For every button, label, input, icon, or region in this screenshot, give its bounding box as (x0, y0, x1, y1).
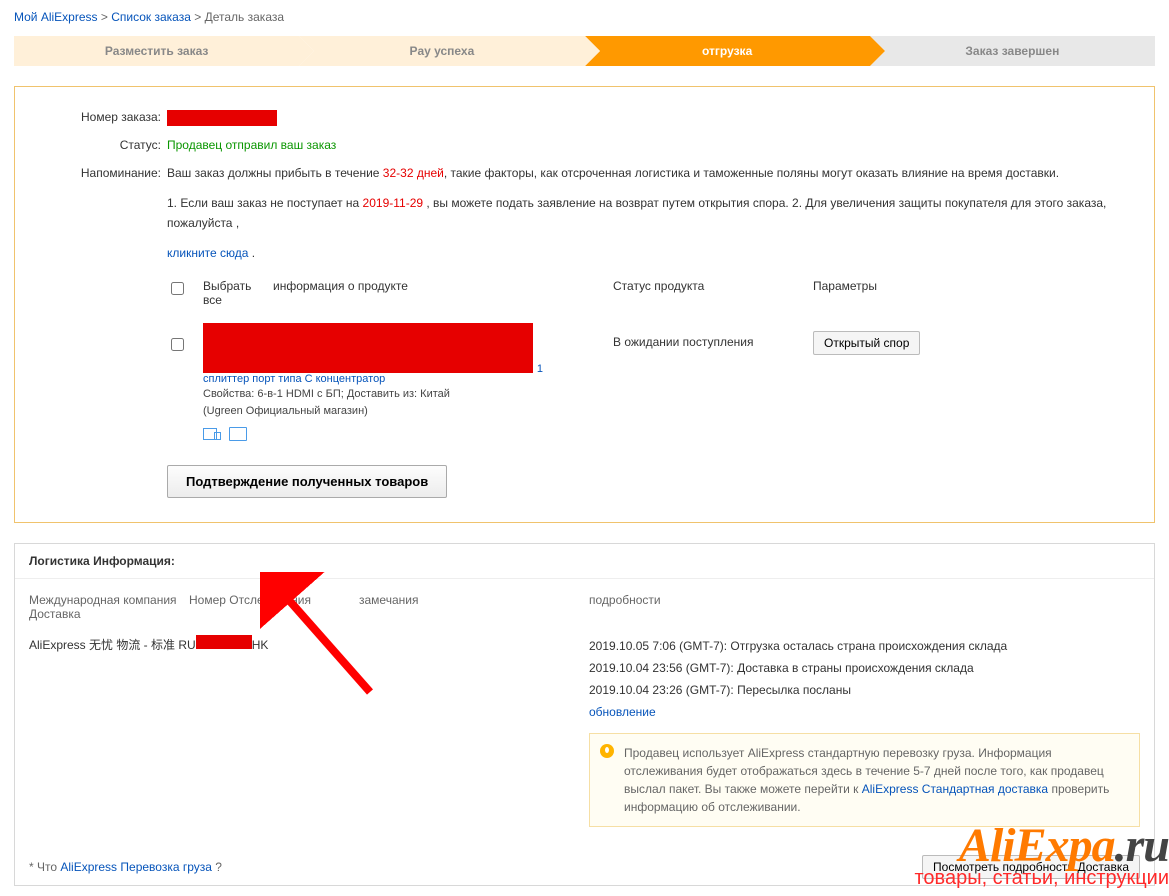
order-details-box: Номер заказа: Статус: Продавец отправил … (14, 86, 1155, 523)
progress-steps: Разместить заказ Pay успеха отгрузка Зак… (14, 36, 1155, 66)
order-reminder-text: Ваш заказ должны прибыть в течение 32-32… (167, 163, 1118, 263)
col-select-all: Выбрать все (203, 279, 273, 307)
lcol-details: подробности (589, 593, 1140, 621)
lcol-tracking: Номер Отслеживания (189, 593, 359, 621)
dot: . (248, 246, 255, 260)
order-number-label: Номер заказа: (51, 107, 161, 127)
logistics-columns-header: Международная компания Доставка Номер От… (29, 593, 1140, 621)
open-dispute-button[interactable]: Открытый спор (813, 331, 920, 355)
tracking-event: 2019.10.04 23:56 (GMT-7): Доставка в стр… (589, 657, 1140, 679)
row-checkbox[interactable] (171, 338, 184, 351)
step-pay-success: Pay успеха (299, 36, 584, 66)
shipping-notice: Продавец использует AliExpress стандартн… (589, 733, 1140, 827)
product-qty: 1 (537, 363, 543, 375)
order-status-value: Продавец отправил ваш заказ (167, 135, 1118, 155)
product-table: Выбрать все информация о продукте Статус… (167, 273, 1118, 451)
order-status-label: Статус: (51, 135, 161, 155)
product-properties: Свойства: 6-в-1 HDMI с БП; Доставить из:… (203, 387, 613, 402)
order-reminder-label: Напоминание: (51, 163, 161, 263)
logistics-row: AliExpress 无忧 物流 - 标准 RU HK 2019.10.05 7:… (29, 635, 1140, 827)
package-icon (229, 427, 247, 441)
what-is-shipping-link[interactable]: AliExpress Перевозка груза (60, 860, 212, 874)
product-thumbnail-redacted: 1 (203, 323, 533, 373)
update-link[interactable]: обновление (589, 705, 656, 719)
reminder-date: 2019-11-29 (363, 196, 424, 210)
breadcrumb-sep: > (101, 10, 108, 24)
click-here-link[interactable]: кликните сюда (167, 246, 248, 260)
logistics-title: Логистика Информация: (15, 544, 1154, 579)
order-number-redacted (167, 110, 277, 126)
what-is-prefix: * Что (29, 860, 60, 874)
reminder-part: , такие факторы, как отсроченная логисти… (444, 166, 1059, 180)
reminder-days: 32-32 дней (383, 166, 444, 180)
col-parameters: Параметры (813, 279, 993, 307)
tracking-redacted (196, 635, 252, 649)
lcol-notes: замечания (359, 593, 589, 621)
breadcrumb-current: Деталь заказа (205, 10, 284, 24)
step-shipment: отгрузка (585, 36, 870, 66)
tracking-prefix: RU (178, 638, 195, 652)
table-row: 1 сплиттер порт типа C концентратор Свой… (167, 313, 1118, 451)
tracking-suffix: HK (252, 638, 269, 652)
confirm-received-button[interactable]: Подтверждение полученных товаров (167, 465, 447, 498)
breadcrumb: Мой AliExpress > Список заказа > Деталь … (14, 10, 1155, 24)
tracking-events: 2019.10.05 7:06 (GMT-7): Отгрузка остала… (589, 635, 1140, 723)
product-title-link[interactable]: сплиттер порт типа C концентратор (203, 373, 613, 385)
tracking-event: 2019.10.05 7:06 (GMT-7): Отгрузка остала… (589, 635, 1140, 657)
select-all-checkbox[interactable] (171, 282, 184, 295)
step-place-order: Разместить заказ (14, 36, 299, 66)
step-completed: Заказ завершен (870, 36, 1155, 66)
breadcrumb-my[interactable]: Мой AliExpress (14, 10, 98, 24)
product-table-header: Выбрать все информация о продукте Статус… (167, 273, 1118, 313)
view-shipping-details-button[interactable]: Посмотреть подробности Доставка (922, 855, 1140, 879)
product-shop: (Ugreen Официальный магазин) (203, 404, 613, 419)
lcol-company: Международная компания Доставка (29, 593, 189, 621)
what-is-suffix: ? (212, 860, 222, 874)
logistics-footer: * Что AliExpress Перевозка груза ? Посмо… (15, 841, 1154, 885)
col-product-info: информация о продукте (273, 279, 613, 307)
lightbulb-icon (600, 744, 614, 758)
standard-shipping-link[interactable]: AliExpress Стандартная доставка (862, 782, 1048, 796)
breadcrumb-list[interactable]: Список заказа (111, 10, 191, 24)
col-product-status: Статус продукта (613, 279, 813, 307)
truck-icon (203, 428, 221, 440)
reminder-part: 1. Если ваш заказ не поступает на (167, 196, 363, 210)
row-status: В ожидании поступления (613, 323, 813, 441)
breadcrumb-sep: > (194, 10, 201, 24)
shipping-company: AliExpress 无忧 物流 - 标准 (29, 638, 175, 652)
tracking-event: 2019.10.04 23:26 (GMT-7): Пересылка посл… (589, 679, 1140, 701)
logistics-box: Логистика Информация: Международная комп… (14, 543, 1155, 886)
reminder-part: Ваш заказ должны прибыть в течение (167, 166, 383, 180)
